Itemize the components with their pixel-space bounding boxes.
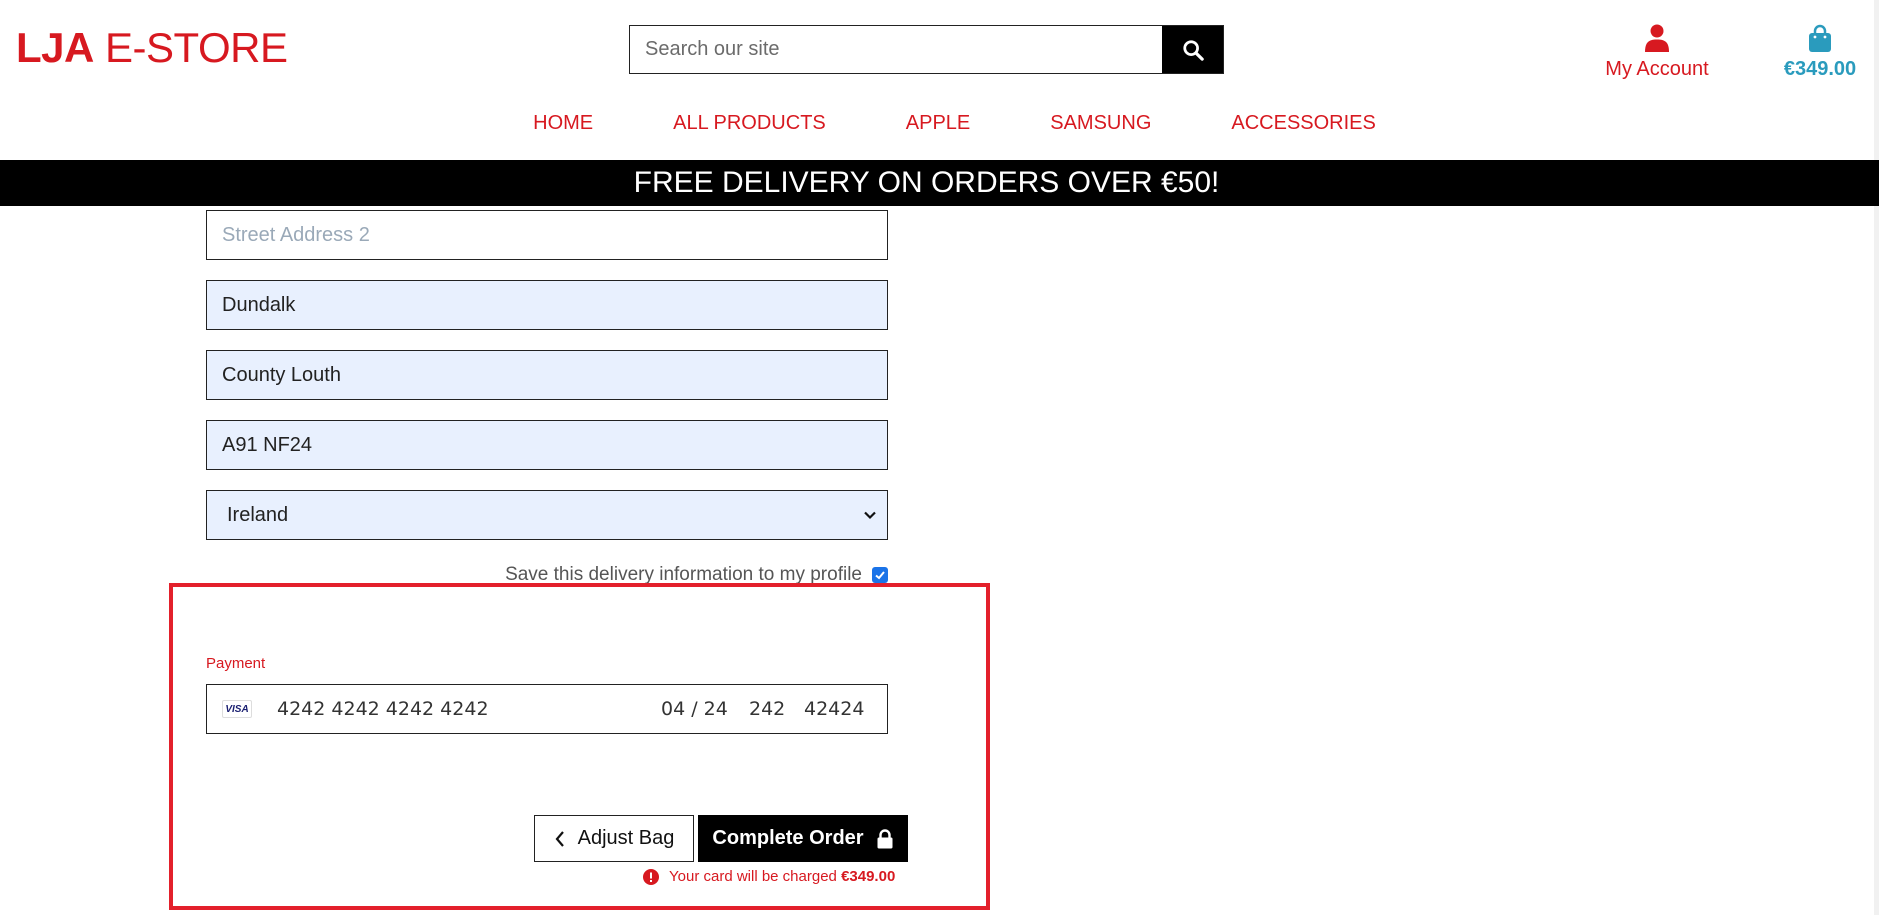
card-input[interactable]: VISA 4242 4242 4242 4242 04 / 24 242 424… (206, 684, 888, 734)
card-expiry[interactable]: 04 / 24 (661, 698, 728, 720)
logo-rest: E-STORE (93, 24, 288, 71)
checkmark-icon (875, 571, 885, 580)
search-button[interactable] (1162, 26, 1223, 73)
nav-samsung[interactable]: SAMSUNG (1050, 112, 1151, 135)
save-info-checkbox[interactable] (872, 567, 888, 583)
town-field[interactable]: Dundalk (206, 280, 888, 330)
nav-home[interactable]: HOME (533, 112, 593, 135)
country-value: Ireland (227, 503, 289, 526)
search-bar (629, 25, 1224, 74)
payment-label: Payment (206, 655, 266, 672)
town-value: Dundalk (222, 293, 296, 316)
complete-order-label: Complete Order (712, 827, 864, 849)
adjust-bag-label: Adjust Bag (577, 827, 675, 849)
chevron-down-icon (864, 511, 876, 520)
card-postal[interactable]: 42424 (804, 698, 864, 720)
adjust-bag-button[interactable]: Adjust Bag (534, 815, 694, 862)
site-logo[interactable]: LJA E-STORE (16, 24, 288, 72)
street-address-2-field[interactable]: Street Address 2 (206, 210, 888, 260)
bag-total: €349.00 (1783, 58, 1857, 80)
complete-order-button[interactable]: Complete Order (698, 815, 908, 862)
nav-apple[interactable]: APPLE (906, 112, 970, 135)
scrollbar-track[interactable] (1874, 0, 1879, 915)
charge-text: Your card will be charged (669, 868, 837, 885)
user-icon (1645, 24, 1669, 52)
exclamation-circle-icon (643, 868, 659, 885)
logo-strong: LJA (16, 24, 94, 71)
search-icon (1182, 39, 1204, 61)
lock-icon (877, 828, 893, 848)
postcode-field[interactable]: A91 NF24 (206, 420, 888, 470)
visa-card-icon: VISA (222, 700, 252, 718)
country-select[interactable]: Ireland (206, 490, 888, 540)
main-nav: HOME ALL PRODUCTS APPLE SAMSUNG ACCESSOR… (0, 112, 1879, 135)
nav-accessories[interactable]: ACCESSORIES (1231, 112, 1375, 135)
charge-amount: €349.00 (841, 868, 896, 885)
nav-all-products[interactable]: ALL PRODUCTS (673, 112, 826, 135)
card-cvc[interactable]: 242 (749, 698, 785, 720)
my-account-link[interactable]: My Account (1604, 22, 1710, 81)
shopping-bag-link[interactable]: €349.00 (1760, 22, 1879, 81)
chevron-left-icon (555, 830, 564, 847)
county-field[interactable]: County Louth (206, 350, 888, 400)
charge-notice: Your card will be charged €349.00 (643, 868, 895, 885)
county-value: County Louth (222, 363, 341, 386)
search-input[interactable] (630, 26, 1162, 73)
postcode-value: A91 NF24 (222, 433, 313, 456)
shopping-bag-icon (1809, 24, 1831, 52)
my-account-label: My Account (1605, 58, 1709, 80)
card-number[interactable]: 4242 4242 4242 4242 (277, 698, 489, 720)
delivery-banner: FREE DELIVERY ON ORDERS OVER €50! (0, 160, 1879, 206)
street-address-2-placeholder: Street Address 2 (222, 223, 370, 246)
